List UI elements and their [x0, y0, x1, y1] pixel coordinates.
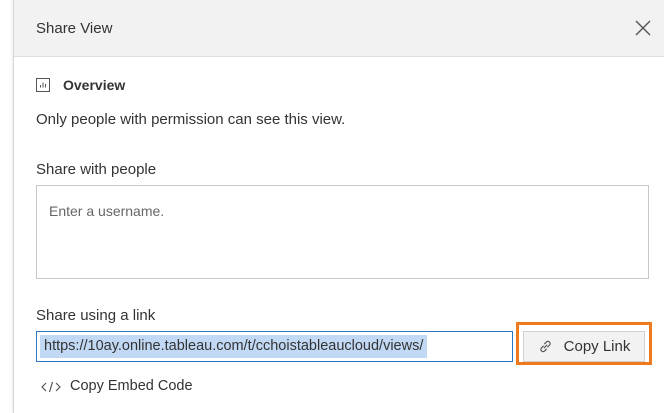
- share-view-dialog: Share View Overview Only people with per…: [13, 0, 664, 413]
- view-name: Overview: [63, 77, 126, 93]
- copy-link-label: Copy Link: [563, 338, 631, 355]
- share-link-url[interactable]: https://10ay.online.tableau.com/t/cchois…: [40, 335, 428, 358]
- copy-embed-code-button[interactable]: Copy Embed Code: [41, 376, 193, 396]
- share-with-people-label: Share with people: [36, 161, 157, 178]
- code-icon: [41, 380, 61, 393]
- copy-embed-code-label: Copy Embed Code: [70, 378, 193, 394]
- dialog-title: Share View: [36, 20, 113, 37]
- share-link-field[interactable]: https://10ay.online.tableau.com/t/cchois…: [36, 331, 513, 362]
- view-sheet-icon: [36, 78, 50, 92]
- share-link-label: Share using a link: [36, 307, 156, 324]
- view-name-row: Overview: [36, 75, 125, 95]
- dialog-header: Share View: [14, 0, 664, 57]
- copy-link-button[interactable]: Copy Link: [523, 331, 645, 362]
- link-icon: [538, 339, 553, 354]
- close-icon[interactable]: [632, 17, 654, 39]
- username-input[interactable]: [36, 185, 649, 279]
- permission-note: Only people with permission can see this…: [36, 111, 346, 128]
